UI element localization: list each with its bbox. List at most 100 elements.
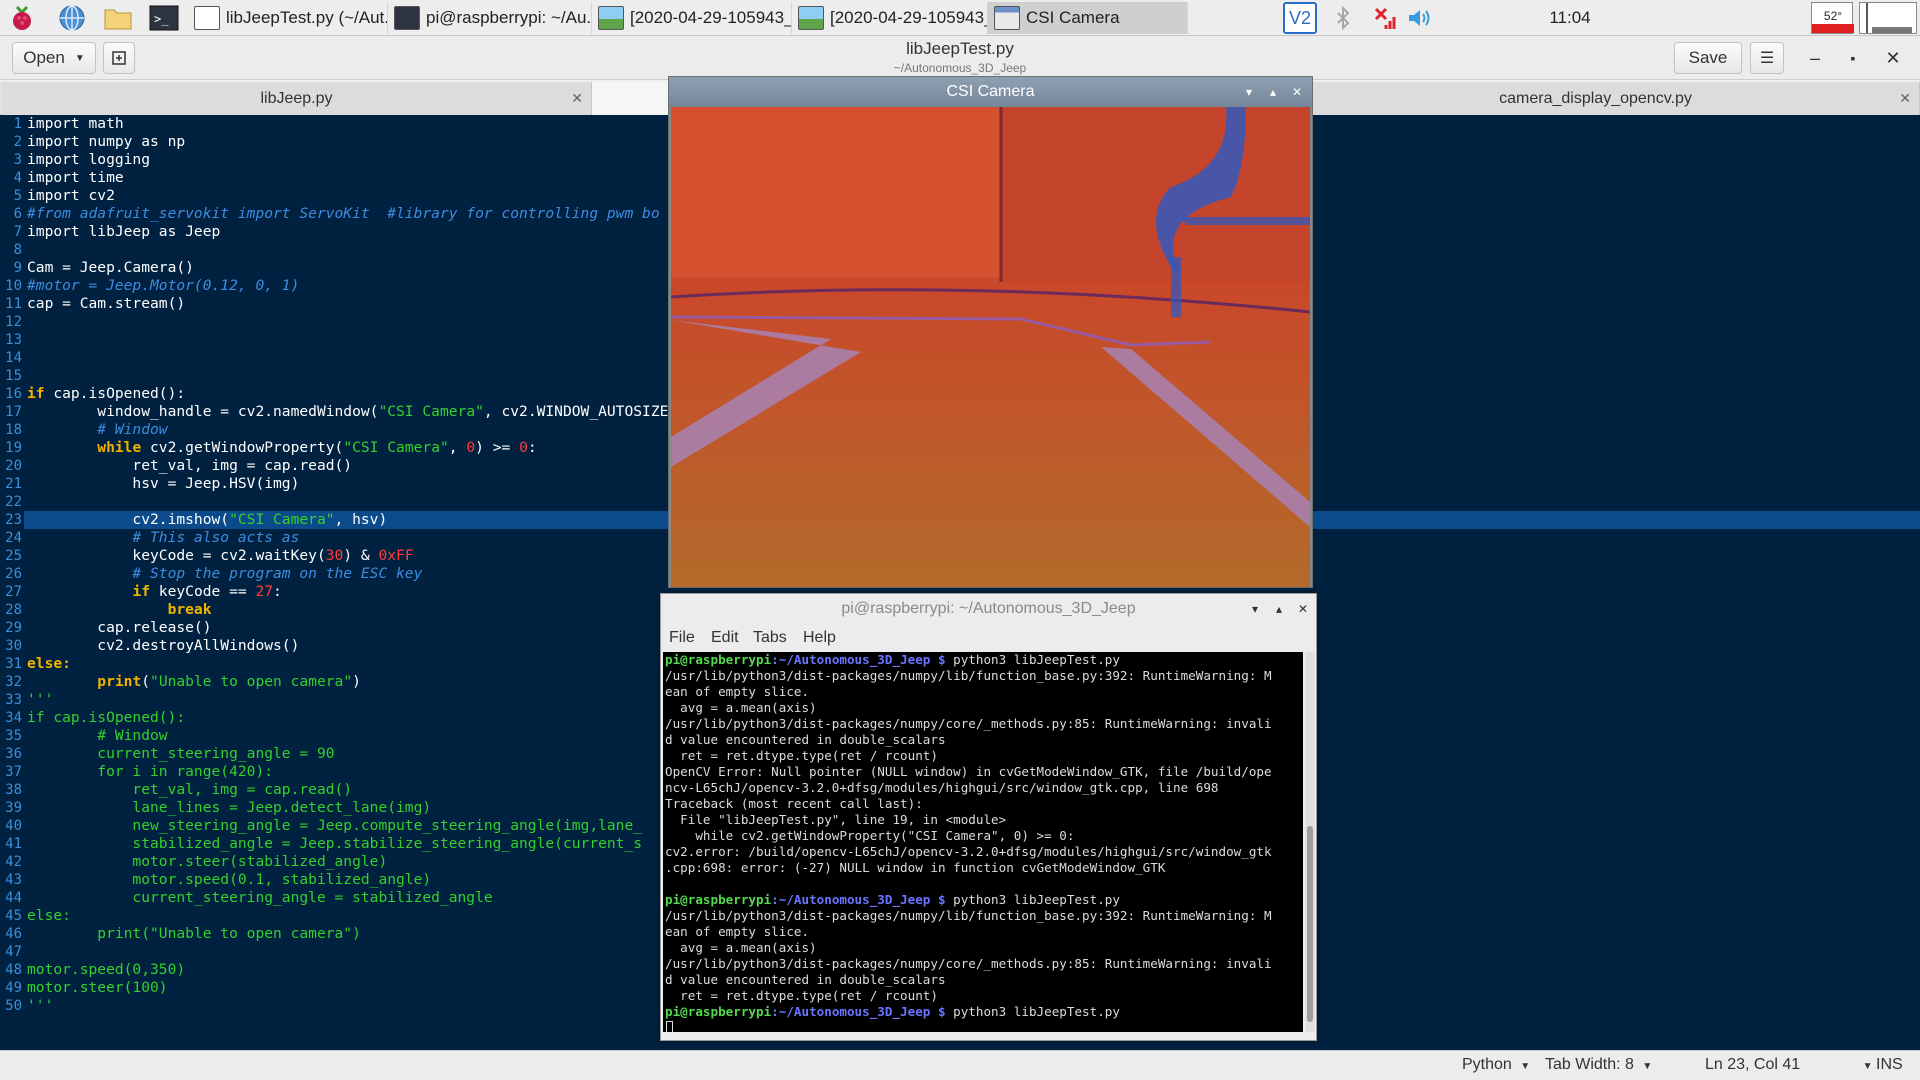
line-number: 9 bbox=[13, 260, 22, 276]
terminal-launcher-icon[interactable]: >_ bbox=[146, 0, 182, 36]
maximize-button[interactable]: ▴ bbox=[1263, 82, 1283, 102]
code-line: else: bbox=[27, 655, 71, 672]
line-number: 38 bbox=[5, 782, 22, 798]
camera-feed-image bbox=[671, 107, 1310, 587]
terminal-window: pi@raspberrypi: ~/Autonomous_3D_Jeep ▾ ▴… bbox=[660, 593, 1317, 1041]
minimize-button[interactable]: ▾ bbox=[1245, 599, 1265, 619]
minimize-button[interactable]: – bbox=[1800, 42, 1830, 74]
line-number: 46 bbox=[5, 926, 22, 942]
line-number: 18 bbox=[5, 422, 22, 438]
cursor-position[interactable]: Ln 23, Col 41 ▼ bbox=[1705, 1056, 1873, 1074]
volume-icon[interactable] bbox=[1404, 0, 1436, 36]
tab-width-selector[interactable]: Tab Width: 8 ▼ bbox=[1545, 1056, 1652, 1074]
terminal-line: File "libJeepTest.py", line 19, in <modu… bbox=[665, 812, 1007, 827]
tab-libjeep[interactable]: libJeep.py ✕ bbox=[2, 82, 592, 115]
menu-help[interactable]: Help bbox=[803, 629, 836, 647]
line-number: 50 bbox=[5, 998, 22, 1014]
line-number: 19 bbox=[5, 440, 22, 456]
line-number: 47 bbox=[5, 944, 22, 960]
close-tab-icon[interactable]: ✕ bbox=[1899, 90, 1911, 107]
code-line: cv2.destroyAllWindows() bbox=[27, 637, 300, 654]
terminal-prompt-line: pi@raspberrypi:~/Autonomous_3D_Jeep $ py… bbox=[665, 1004, 1120, 1019]
menu-file[interactable]: File bbox=[669, 629, 695, 647]
line-number: 8 bbox=[13, 242, 22, 258]
line-number: 6 bbox=[13, 206, 22, 222]
hamburger-menu-button[interactable]: ☰ bbox=[1750, 42, 1784, 74]
window-titlebar[interactable]: pi@raspberrypi: ~/Autonomous_3D_Jeep ▾ ▴… bbox=[661, 594, 1316, 624]
line-number: 20 bbox=[5, 458, 22, 474]
code-line: # Window bbox=[27, 421, 168, 438]
line-number: 5 bbox=[13, 188, 22, 204]
code-line: lane_lines = Jeep.detect_lane(img) bbox=[27, 799, 432, 816]
code-line: while cv2.getWindowProperty("CSI Camera"… bbox=[97, 439, 537, 456]
code-line: ret_val, img = cap.read() bbox=[27, 457, 353, 474]
scrollbar-thumb[interactable] bbox=[1307, 826, 1313, 1022]
close-button[interactable]: ✕ bbox=[1293, 599, 1313, 619]
line-number: 3 bbox=[13, 152, 22, 168]
task-editor[interactable]: libJeepTest.py (~/Aut... bbox=[188, 1, 388, 34]
clock[interactable]: 11:04 bbox=[1530, 0, 1610, 36]
terminal-line: .cpp:698: error: (-27) NULL window in fu… bbox=[665, 860, 1166, 875]
code-line: # This also acts as bbox=[27, 529, 300, 546]
task-csi-camera[interactable]: CSI Camera bbox=[988, 1, 1188, 34]
task-image-2[interactable]: [2020-04-29-105943_... bbox=[792, 1, 988, 34]
open-button[interactable]: Open ▼ bbox=[12, 42, 96, 74]
web-browser-icon[interactable] bbox=[54, 0, 90, 36]
menu-icon: ☰ bbox=[1759, 50, 1775, 67]
bluetooth-icon[interactable] bbox=[1330, 0, 1356, 36]
line-number: 13 bbox=[5, 332, 22, 348]
code-line: break bbox=[27, 601, 212, 618]
document-path: ~/Autonomous_3D_Jeep bbox=[893, 61, 1027, 75]
code-line: motor.steer(stabilized_angle) bbox=[27, 853, 388, 870]
image-viewer-icon bbox=[598, 5, 624, 30]
line-number: 32 bbox=[5, 674, 22, 690]
chevron-down-icon: ▼ bbox=[1520, 1061, 1531, 1072]
code-line: import math bbox=[27, 115, 124, 132]
line-number: 23 bbox=[5, 512, 22, 528]
code-line: motor.steer(100) bbox=[27, 979, 168, 996]
line-number: 7 bbox=[13, 224, 22, 240]
language-selector[interactable]: Python ▼ bbox=[1462, 1056, 1530, 1074]
code-line: # Stop the program on the ESC key bbox=[27, 565, 423, 582]
line-number: 17 bbox=[5, 404, 22, 420]
maximize-button[interactable]: ▪ bbox=[1838, 42, 1868, 74]
menu-tabs[interactable]: Tabs bbox=[753, 629, 787, 647]
new-document-icon bbox=[112, 51, 126, 65]
terminal-line: ean of empty slice. bbox=[665, 924, 810, 939]
close-button[interactable]: ✕ bbox=[1287, 82, 1307, 102]
new-tab-button[interactable] bbox=[103, 42, 135, 74]
code-line: ''' bbox=[27, 691, 54, 708]
save-button[interactable]: Save bbox=[1674, 42, 1742, 74]
network-disconnected-icon[interactable] bbox=[1370, 0, 1400, 36]
line-number: 33 bbox=[5, 692, 22, 708]
window-icon bbox=[994, 5, 1020, 30]
line-number: 22 bbox=[5, 494, 22, 510]
code-line: new_steering_angle = Jeep.compute_steeri… bbox=[27, 817, 643, 834]
maximize-button[interactable]: ▴ bbox=[1269, 599, 1289, 619]
terminal-cursor bbox=[666, 1021, 673, 1032]
file-manager-icon[interactable] bbox=[100, 0, 136, 36]
minimize-button[interactable]: ▾ bbox=[1239, 82, 1259, 102]
code-line: #motor = Jeep.Motor(0.12, 0, 1) bbox=[27, 277, 300, 294]
line-number: 42 bbox=[5, 854, 22, 870]
raspberry-menu-icon[interactable] bbox=[4, 0, 40, 36]
terminal-output[interactable]: pi@raspberrypi:~/Autonomous_3D_Jeep $ py… bbox=[663, 652, 1303, 1032]
close-button[interactable]: ✕ bbox=[1878, 42, 1908, 74]
menu-edit[interactable]: Edit bbox=[711, 629, 739, 647]
window-titlebar[interactable]: CSI Camera ▾ ▴ ✕ bbox=[669, 77, 1312, 107]
tab-camera-display[interactable]: camera_display_opencv.py ✕ bbox=[1272, 82, 1920, 115]
vnc-icon[interactable]: V2 bbox=[1282, 0, 1318, 36]
code-line: print("Unable to open camera") bbox=[27, 925, 361, 942]
code-line: cap = Cam.stream() bbox=[27, 295, 186, 312]
code-line: else: bbox=[27, 907, 71, 924]
chevron-down-icon: ▼ bbox=[1642, 1061, 1653, 1072]
terminal-icon bbox=[394, 5, 420, 30]
line-number: 48 bbox=[5, 962, 22, 978]
code-line: # Window bbox=[27, 727, 168, 744]
insert-mode-indicator: INS bbox=[1876, 1056, 1903, 1073]
terminal-menubar: File Edit Tabs Help bbox=[661, 624, 1316, 652]
task-image-1[interactable]: [2020-04-29-105943_... bbox=[592, 1, 792, 34]
terminal-line: /usr/lib/python3/dist-packages/numpy/cor… bbox=[665, 716, 1272, 731]
close-tab-icon[interactable]: ✕ bbox=[571, 90, 583, 107]
task-terminal[interactable]: pi@raspberrypi: ~/Au... bbox=[388, 1, 592, 34]
